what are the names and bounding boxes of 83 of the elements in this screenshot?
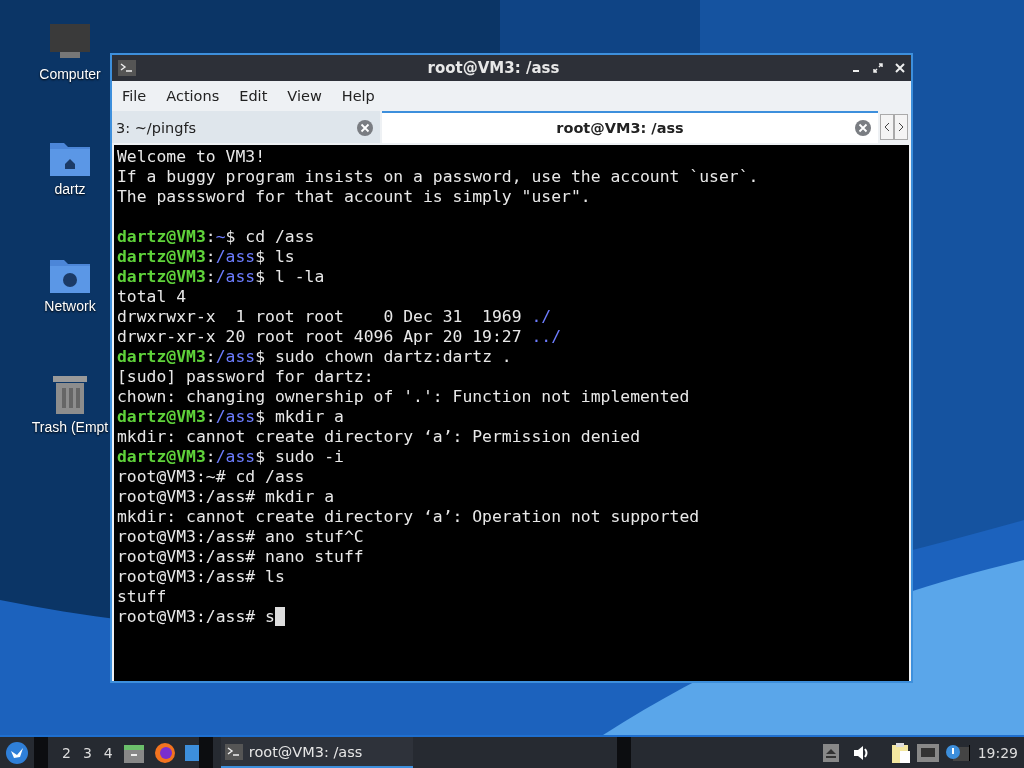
menu-item[interactable]: Actions [156, 88, 230, 104]
directory-text: /ass [215, 407, 256, 427]
chevron-left-icon [884, 122, 890, 132]
terminal-text: $ mkdir a [255, 407, 344, 427]
notification-icon[interactable] [944, 743, 969, 762]
taskbar-window-button[interactable]: root@VM3: /ass [220, 737, 413, 768]
file-cabinet-icon[interactable] [122, 742, 145, 763]
directory-text: /ass [215, 247, 256, 267]
prompt-user: dartz@VM3 [117, 227, 206, 247]
prompt-user: dartz@VM3 [117, 267, 206, 287]
terminal-text: chown: changing ownership of '.': Function not implemented [117, 387, 690, 407]
scroll-left-button[interactable] [880, 114, 894, 140]
desktop-icon-label[interactable]: dartz [54, 181, 86, 197]
terminal-text: : [205, 247, 216, 267]
terminal-text: : [205, 447, 216, 467]
terminal-text: total 4 [117, 287, 187, 307]
prompt-user: dartz@VM3 [117, 407, 206, 427]
terminal-text: drwxr-xr-x 20 root root 4096 Apr 20 19:27 [117, 327, 523, 347]
trash-icon [51, 373, 89, 415]
terminal-text: [sudo] password for dartz: [117, 367, 374, 387]
chevron-right-icon [898, 122, 904, 132]
prompt-user: dartz@VM3 [117, 347, 206, 367]
workspace-number[interactable]: 3 [76, 744, 98, 761]
terminal-output[interactable] [114, 145, 909, 681]
terminal-text: $ cd /ass [225, 227, 315, 247]
terminal-text: Welcome to VM3! [117, 147, 266, 167]
prompt-user: dartz@VM3 [117, 447, 206, 467]
taskbar-separator [616, 737, 631, 768]
desktop-icon-label[interactable]: Trash (Empt [31, 419, 109, 435]
terminal-text: The passsword for that account is simply "user". [117, 187, 591, 207]
tab[interactable]: 3: ~/pingfs [112, 111, 380, 143]
terminal-text: : [205, 227, 216, 247]
terminal-text: root@VM3:/ass# ano stuf^C [117, 527, 364, 547]
desktop-icon-label[interactable]: Network [44, 298, 96, 314]
terminal-text: $ sudo -i [255, 447, 344, 467]
terminal-text: drwxrwxr-x 1 root root 0 Dec 31 1969 [117, 307, 523, 327]
terminal-text: $ l -la [255, 267, 325, 287]
browser-icon[interactable] [152, 740, 177, 765]
directory-text: ./ [531, 307, 552, 327]
text-cursor [274, 607, 285, 626]
maximize-icon[interactable] [873, 63, 883, 73]
terminal-text: mkdir: cannot create directory ‘a’: Permission denied [117, 427, 640, 447]
workspace-number[interactable]: 2 [56, 744, 77, 761]
terminal-text: root@VM3:/ass# mkdir a [117, 487, 335, 507]
close-tab-icon[interactable] [356, 119, 374, 137]
close-icon[interactable] [895, 63, 905, 73]
terminal-text: mkdir: cannot create directory ‘a’: Operation not supported [117, 507, 700, 527]
menu-item[interactable]: View [277, 88, 332, 104]
close-tab-icon[interactable] [854, 119, 872, 137]
terminal-text: stuff [117, 587, 167, 607]
directory-text: ../ [531, 327, 562, 347]
clipboard-icon[interactable] [890, 741, 911, 764]
terminal-text: root@VM3:/ass# ls [117, 567, 285, 587]
network-icon[interactable] [916, 743, 939, 762]
terminal-text: : [205, 347, 216, 367]
tab[interactable]: root@VM3: /ass [382, 111, 878, 143]
directory-text: /ass [215, 347, 256, 367]
menu-item[interactable]: Edit [229, 88, 278, 104]
directory-text: /ass [215, 267, 256, 287]
directory-text: /ass [215, 447, 256, 467]
window-title: root@VM3: /ass [426, 59, 561, 77]
terminal-text: $ sudo chown dartz:dartz . [255, 347, 512, 367]
terminal-text: root@VM3:~# cd /ass [117, 467, 305, 487]
window-icon[interactable] [184, 744, 199, 761]
terminal-text: $ ls [255, 247, 295, 267]
menu-item[interactable]: File [112, 88, 157, 104]
terminal-text: If a buggy program insists on a password, use the account `user`. [117, 167, 759, 187]
workspace-number[interactable]: 4 [97, 744, 119, 761]
taskbar-separator [198, 737, 213, 768]
prompt-user: dartz@VM3 [117, 247, 206, 267]
terminal-text: : [205, 407, 216, 427]
clock[interactable]: 19:29 [968, 744, 1024, 761]
terminal-icon [118, 60, 136, 76]
terminal-text: root@VM3:/ass# s [117, 607, 275, 627]
terminal-text: : [205, 267, 216, 287]
menu-item[interactable]: Help [331, 88, 385, 104]
scroll-right-button[interactable] [894, 114, 908, 140]
taskbar-separator [34, 737, 48, 768]
terminal-icon [224, 743, 243, 760]
eject-icon[interactable] [822, 743, 839, 762]
directory-text: ~ [215, 227, 226, 247]
desktop-icon-label[interactable]: Computer [39, 66, 101, 82]
terminal-text: root@VM3:/ass# nano stuff [117, 547, 364, 567]
